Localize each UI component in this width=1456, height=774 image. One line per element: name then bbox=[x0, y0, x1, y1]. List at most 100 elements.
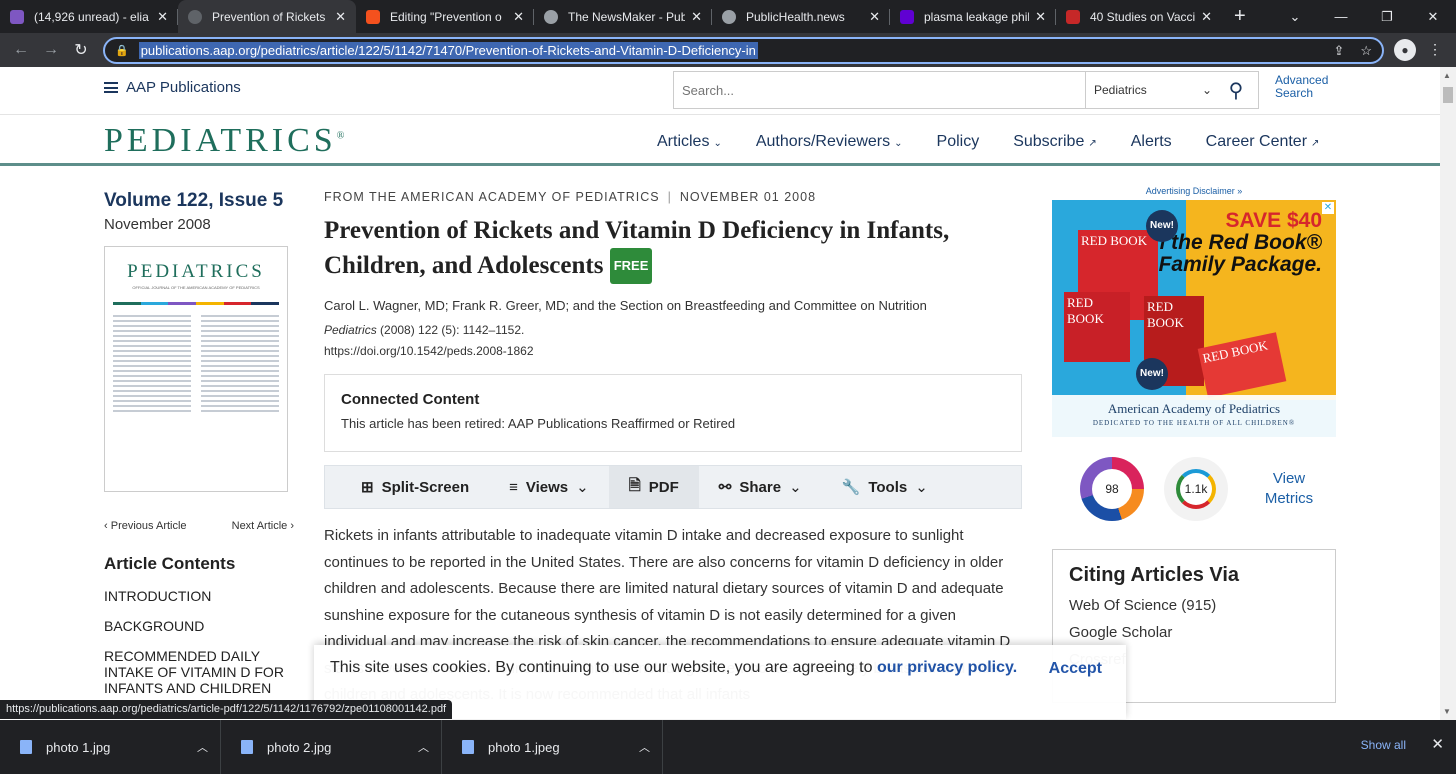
google-scholar-link[interactable]: Google Scholar bbox=[1069, 624, 1319, 641]
logo-text: PEDIATRICS bbox=[104, 122, 337, 159]
url-text[interactable]: publications.aap.org/pediatrics/article/… bbox=[138, 42, 758, 59]
toolbar-label: Tools bbox=[868, 478, 908, 496]
search-scope-select[interactable]: Pediatrics ⌄ bbox=[1086, 83, 1216, 97]
page-scrollbar[interactable]: ▲ ▼ bbox=[1440, 67, 1456, 720]
chevron-down-icon: ⌄ bbox=[894, 138, 903, 149]
browser-tab[interactable]: The NewsMaker - Pub ✕ bbox=[534, 0, 712, 33]
external-link-icon: ↗ bbox=[1311, 138, 1320, 149]
dimensions-badge[interactable]: 1.1k bbox=[1164, 457, 1228, 521]
issue-volume-link[interactable]: Volume 122, Issue 5 bbox=[104, 190, 294, 212]
lock-icon[interactable]: 🔒 bbox=[115, 44, 129, 57]
red-book-advertisement[interactable]: SAVE $40 on the Red Book® Family Package. … bbox=[1052, 200, 1336, 437]
download-item[interactable]: photo 2.jpg ︿ bbox=[221, 720, 442, 774]
pdf-icon: 🗎 bbox=[628, 476, 641, 494]
download-item[interactable]: photo 1.jpg ︿ bbox=[0, 720, 221, 774]
nav-career-center[interactable]: Career Center ↗ bbox=[1206, 133, 1320, 151]
split-screen-button[interactable]: ⊞ Split-Screen bbox=[325, 466, 489, 508]
nav-articles[interactable]: Articles ⌄ bbox=[657, 133, 722, 151]
forward-icon[interactable]: → bbox=[36, 41, 66, 59]
doi-link[interactable]: https://doi.org/10.1542/peds.2008-1862 bbox=[324, 344, 1022, 358]
advanced-search-link[interactable]: Advanced Search bbox=[1275, 74, 1328, 100]
close-icon[interactable]: ✕ bbox=[157, 9, 168, 25]
pediatrics-logo[interactable]: PEDIATRICS® bbox=[104, 122, 348, 160]
article-authors[interactable]: Carol L. Wagner, MD; Frank R. Greer, MD;… bbox=[324, 298, 1022, 313]
nav-subscribe[interactable]: Subscribe ↗ bbox=[1013, 133, 1097, 151]
minimize-icon[interactable]: — bbox=[1318, 9, 1364, 24]
profile-avatar[interactable]: ● bbox=[1394, 39, 1416, 61]
scrollbar-thumb[interactable] bbox=[1443, 87, 1453, 103]
privacy-policy-link[interactable]: our privacy policy. bbox=[877, 659, 1017, 676]
chevron-up-icon[interactable]: ︿ bbox=[418, 739, 429, 755]
back-icon[interactable]: ← bbox=[6, 41, 36, 59]
url-field[interactable]: 🔒 publications.aap.org/pediatrics/articl… bbox=[103, 37, 1384, 64]
issue-cover-image[interactable]: PEDIATRICS OFFICIAL JOURNAL OF THE AMERI… bbox=[104, 246, 288, 492]
toolbar-label: Share bbox=[739, 478, 782, 496]
share-icon[interactable]: ⇪ bbox=[1333, 43, 1344, 59]
next-article-link[interactable]: Next Article › bbox=[232, 520, 294, 532]
previous-article-link[interactable]: ‹ Previous Article bbox=[104, 520, 187, 532]
tools-button[interactable]: 🔧 Tools ⌄ bbox=[822, 466, 948, 508]
toc-item[interactable]: INTRODUCTION bbox=[104, 588, 294, 604]
brand-label: AAP Publications bbox=[126, 79, 241, 96]
altmetric-badge[interactable]: 98 bbox=[1080, 457, 1144, 521]
scroll-up-icon[interactable]: ▲ bbox=[1443, 71, 1451, 80]
nav-policy[interactable]: Policy bbox=[937, 133, 980, 151]
main-nav: Articles ⌄ Authors/Reviewers ⌄ Policy Subs… bbox=[657, 133, 1319, 151]
view-metrics-link[interactable]: View Metrics bbox=[1252, 469, 1326, 509]
close-icon[interactable]: ✕ bbox=[513, 9, 524, 25]
aap-menu[interactable]: AAP Publications bbox=[104, 79, 241, 96]
nav-authors-reviewers[interactable]: Authors/Reviewers ⌄ bbox=[756, 133, 903, 151]
tab-title: 40 Studies on Vaccine bbox=[1090, 9, 1196, 24]
connected-content-text[interactable]: This article has been retired: AAP Publi… bbox=[341, 416, 1005, 431]
close-icon[interactable]: ✕ bbox=[691, 9, 702, 25]
browser-tab[interactable]: plasma leakage phillip ✕ bbox=[890, 0, 1056, 33]
scroll-down-icon[interactable]: ▼ bbox=[1443, 707, 1451, 716]
reload-icon[interactable]: ↻ bbox=[66, 40, 96, 60]
chevron-down-icon[interactable]: ⌄ bbox=[1272, 9, 1318, 25]
journal-nav: PEDIATRICS® Articles ⌄ Authors/Reviewers ⌄… bbox=[0, 116, 1440, 166]
browser-tab[interactable]: PublicHealth.news ✕ bbox=[712, 0, 890, 33]
browser-tab[interactable]: 40 Studies on Vaccine ✕ bbox=[1056, 0, 1222, 33]
yahoo-icon bbox=[900, 9, 914, 24]
search-icon[interactable]: ⚲ bbox=[1216, 78, 1256, 103]
ad-close-icon[interactable]: ✕ bbox=[1322, 202, 1334, 214]
star-icon[interactable]: ☆ bbox=[1360, 43, 1372, 59]
web-of-science-link[interactable]: Web Of Science (915) bbox=[1069, 597, 1319, 614]
link-status-bubble: https://publications.aap.org/pediatrics/… bbox=[0, 700, 453, 719]
altmetric-score: 98 bbox=[1092, 469, 1132, 509]
menu-kebab-icon[interactable]: ⋮ bbox=[1428, 41, 1442, 58]
site-icon bbox=[188, 9, 202, 24]
ad-disclaimer-link[interactable]: Advertising Disclaimer » bbox=[1052, 186, 1336, 196]
chevron-up-icon[interactable]: ︿ bbox=[639, 739, 650, 755]
ad-line: Family Package. bbox=[1158, 253, 1322, 276]
pdf-button[interactable]: 🗎 PDF bbox=[608, 466, 699, 508]
close-icon[interactable]: ✕ bbox=[1035, 9, 1046, 25]
search-input[interactable] bbox=[674, 72, 1086, 108]
close-icon[interactable]: ✕ bbox=[869, 9, 880, 25]
close-icon[interactable]: ✕ bbox=[1201, 9, 1212, 25]
show-all-downloads-button[interactable]: Show all bbox=[1361, 738, 1406, 752]
browser-tab-active[interactable]: Prevention of Rickets ✕ bbox=[178, 0, 356, 33]
close-window-icon[interactable]: ✕ bbox=[1410, 9, 1456, 25]
toc-item[interactable]: RECOMMENDED DAILY INTAKE OF VITAMIN D FO… bbox=[104, 648, 294, 696]
toc-item[interactable]: BACKGROUND bbox=[104, 618, 294, 634]
browser-tab[interactable]: Editing "Prevention o ✕ bbox=[356, 0, 534, 33]
tab-title: plasma leakage phillip bbox=[924, 9, 1029, 24]
lines-icon: ≡ bbox=[509, 478, 518, 496]
new-tab-icon[interactable]: + bbox=[1234, 5, 1246, 28]
browser-tab[interactable]: (14,926 unread) - elia ✕ bbox=[0, 0, 178, 33]
citing-heading: Citing Articles Via bbox=[1069, 564, 1240, 586]
share-button[interactable]: ⚯ Share ⌄ bbox=[699, 466, 822, 508]
connected-content-box: Connected Content This article has been … bbox=[324, 374, 1022, 452]
close-icon[interactable]: ✕ bbox=[335, 9, 346, 25]
views-button[interactable]: ≡ Views ⌄ bbox=[489, 466, 609, 508]
close-downloads-icon[interactable]: ✕ bbox=[1431, 735, 1444, 753]
chevron-up-icon[interactable]: ︿ bbox=[197, 739, 208, 755]
accept-cookies-button[interactable]: Accept bbox=[1049, 660, 1102, 678]
hamburger-icon[interactable] bbox=[104, 82, 118, 93]
maximize-icon[interactable]: ❐ bbox=[1364, 9, 1410, 25]
book-image: RED BOOK bbox=[1064, 292, 1130, 362]
nav-alerts[interactable]: Alerts bbox=[1131, 133, 1172, 151]
download-item[interactable]: photo 1.jpeg ︿ bbox=[442, 720, 663, 774]
article-date: NOVEMBER 01 2008 bbox=[679, 190, 817, 204]
